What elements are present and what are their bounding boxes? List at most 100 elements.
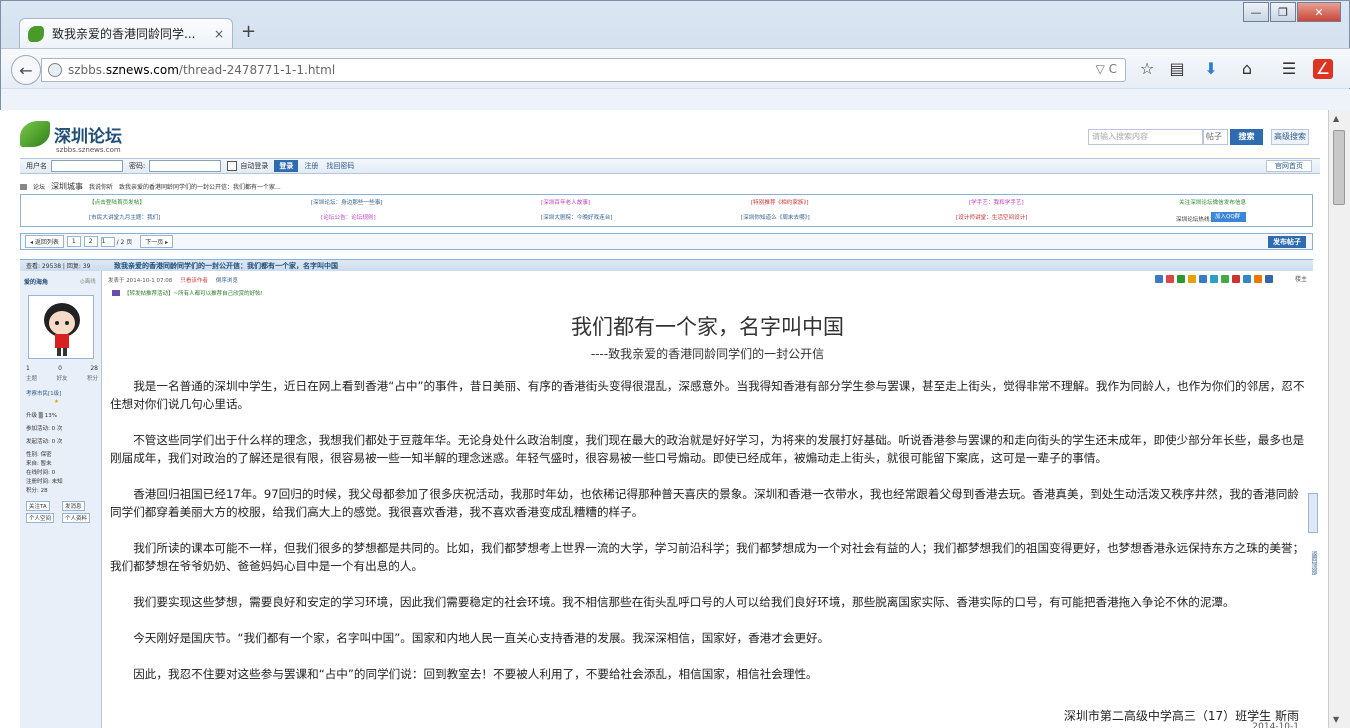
profile-link[interactable]: 个人资料 (62, 513, 91, 523)
promo-link[interactable]: [深圳你知道么《周末去哪》] (741, 213, 810, 221)
message-button[interactable]: 发消息 (62, 501, 85, 511)
share-icon[interactable] (1221, 275, 1229, 283)
article-paragraph: 不管这些同学们出于什么样的理念，我想我们都处于豆蔻年华。无论身处什么政治制度，我… (110, 433, 1305, 465)
tab-close-icon[interactable]: × (214, 27, 224, 41)
promo-link[interactable]: [深圳大剧院：今晚好戏连台] (541, 213, 613, 221)
share-icon[interactable] (1199, 275, 1207, 283)
reverse-order-link[interactable]: 倒序浏览 (216, 278, 238, 284)
promo-link[interactable]: [论坛公告：论坛规则] (321, 213, 376, 221)
author-info: 发起活动: 0 次 (26, 439, 63, 445)
avatar[interactable] (28, 295, 94, 359)
share-icon[interactable] (1155, 275, 1163, 283)
promo-link[interactable]: [特别推荐《相约家族》] (751, 198, 809, 206)
username-input[interactable] (51, 160, 123, 172)
promo-link[interactable]: [深圳百年老人故事] (541, 198, 590, 206)
notice-text: 【转发帖推荐活动】~所有人都可以推荐自己欣赏的好帖! (124, 291, 263, 297)
menu-icon[interactable]: ☰ (1279, 59, 1299, 79)
password-input[interactable] (149, 160, 222, 172)
close-window-button[interactable]: ✕ (1297, 2, 1341, 22)
find-password-link[interactable]: 找回密码 (326, 161, 354, 171)
author-info: 注册时间: 未知 (26, 479, 63, 485)
search-input[interactable]: 请输入搜索内容 (1088, 129, 1203, 145)
search-type-select[interactable]: 帖子 (1203, 129, 1228, 145)
space-link[interactable]: 个人空间 (26, 513, 55, 523)
follow-button[interactable]: 关注TA (26, 501, 50, 511)
url-domain: sznews.com (105, 63, 179, 77)
friend-count[interactable]: 0 (58, 365, 62, 372)
share-icon[interactable] (1265, 275, 1273, 283)
site-search: 请输入搜索内容 帖子 搜索 高级搜索 (1088, 129, 1309, 145)
breadcrumb-item[interactable]: 论坛 (33, 182, 45, 191)
back-button[interactable]: ← (11, 55, 41, 85)
share-icon[interactable] (1177, 275, 1185, 283)
author-name[interactable]: 爱的海角 (24, 277, 48, 286)
url-bar[interactable]: szbbs. sznews.com/thread-2478771-1-1.html… (41, 58, 1126, 82)
breadcrumb-item[interactable]: 我说你听 (89, 182, 113, 191)
share-icon[interactable] (1166, 275, 1174, 283)
score-count[interactable]: 28 (90, 365, 98, 372)
breadcrumb-item: 致我亲爱的香港同龄同学们的一封公开信：我们都有一个家... (119, 184, 281, 191)
post-meta: 发表于 2014-10-1 07:08 只看该作者 倒序浏览 (108, 276, 238, 284)
back-to-top-button[interactable]: 返回顶部 (1308, 538, 1318, 588)
browser-tab[interactable]: 致我亲爱的香港同龄同学... × (19, 18, 233, 48)
search-button[interactable]: 搜索 (1230, 129, 1263, 145)
scroll-thumb[interactable] (1333, 130, 1345, 205)
site-favicon-icon (28, 25, 44, 42)
minimize-button[interactable]: — (1243, 2, 1269, 22)
author-count-labels: 主题 好友 积分 (26, 374, 98, 382)
feedback-tab[interactable] (1308, 493, 1318, 533)
register-link[interactable]: 注册 (304, 161, 318, 171)
promo-notice[interactable]: 【转发帖推荐活动】~所有人都可以推荐自己欣赏的好帖! (112, 289, 263, 297)
promo-link[interactable]: [市民大讲堂九月主题：我们] (89, 213, 161, 221)
new-tab-button[interactable]: + (241, 21, 256, 42)
site-home-button[interactable]: 官网首页 (1266, 160, 1312, 172)
share-icon[interactable] (1210, 275, 1218, 283)
auto-login-checkbox[interactable] (227, 161, 238, 171)
next-page-button[interactable]: 下一页 ▸ (140, 235, 174, 248)
reading-list-icon[interactable]: ▤ (1167, 59, 1187, 79)
reload-dropdown-icon[interactable]: ▽ C (1096, 62, 1117, 76)
home-icon[interactable] (20, 183, 27, 190)
promo-link[interactable]: 【点击登陆首页发帖】 (89, 198, 145, 206)
page-scrollbar[interactable]: ▲ ▼ (1328, 110, 1350, 728)
author-rank[interactable]: 考察市民[1级] (26, 389, 61, 397)
author-sidebar: 爱的海角 ◎离线 1 0 28 主题 好友 积分 考察市民[1级] ★ 升级 ▒… (20, 271, 102, 728)
notice-icon (112, 290, 120, 296)
page-1-button[interactable]: 1 (66, 236, 81, 247)
share-icon[interactable] (1188, 275, 1196, 283)
thread-title: 致我亲爱的香港同龄同学们的一封公开信：我们都有一个家，名字叫中国 (114, 261, 338, 270)
promo-link[interactable]: 关注深圳论坛微信发布信息 (1179, 198, 1246, 206)
promo-link[interactable]: [学手艺：我和学手艺] (969, 198, 1024, 206)
download-icon[interactable]: ⬇ (1201, 59, 1221, 79)
home-icon[interactable]: ⌂ (1237, 59, 1257, 79)
scroll-down-icon[interactable]: ▼ (1333, 715, 1339, 724)
site-logo[interactable]: 深圳论坛 szbbs.sznews.com (20, 121, 122, 154)
addon-icon[interactable]: ∠ (1313, 59, 1333, 79)
bookmark-star-icon[interactable]: ☆ (1137, 59, 1157, 79)
only-author-link[interactable]: 只看该作者 (180, 278, 208, 284)
page-2-button[interactable]: 2 (83, 236, 98, 247)
floor-label: 楼主 (1294, 276, 1307, 283)
login-button[interactable]: 登录 (274, 160, 299, 172)
maximize-button[interactable]: ❐ (1270, 2, 1296, 22)
topic-count[interactable]: 1 (26, 365, 30, 372)
new-post-button[interactable]: 发布帖子 (1268, 236, 1306, 248)
page-input[interactable]: 1 (100, 236, 115, 247)
back-to-list-button[interactable]: ◂ 返回列表 (25, 235, 64, 248)
join-qq-button[interactable]: 加入QQ群 (1211, 212, 1246, 222)
share-icon[interactable] (1232, 275, 1240, 283)
share-icon[interactable] (1254, 275, 1262, 283)
promo-link[interactable]: [设计师讲堂：生活空间设计] (956, 213, 1028, 221)
author-info: 性别: 保密 (26, 452, 52, 458)
promo-links: 【点击登陆首页发帖】 [深圳论坛：身边那些一些事] [深圳百年老人故事] [特别… (20, 194, 1313, 227)
signature-date: 2014-10-1 (1252, 722, 1299, 728)
author-info: 在线时间: 0 (26, 470, 56, 476)
article-subtitle: ----致我亲爱的香港同龄同学们的一封公开信 (590, 347, 825, 361)
article-paragraph: 因此，我忍不住要对这些参与罢课和“占中”的同学们说：回到教室去！不要被人利用了，… (133, 667, 818, 681)
share-icon[interactable] (1243, 275, 1251, 283)
back-arrow-icon: ← (19, 60, 33, 80)
scroll-up-icon[interactable]: ▲ (1333, 114, 1339, 123)
promo-link[interactable]: [深圳论坛：身边那些一些事] (311, 198, 383, 206)
advanced-search-button[interactable]: 高级搜索 (1271, 129, 1309, 145)
breadcrumb-item[interactable]: 深圳城事 (51, 181, 83, 192)
